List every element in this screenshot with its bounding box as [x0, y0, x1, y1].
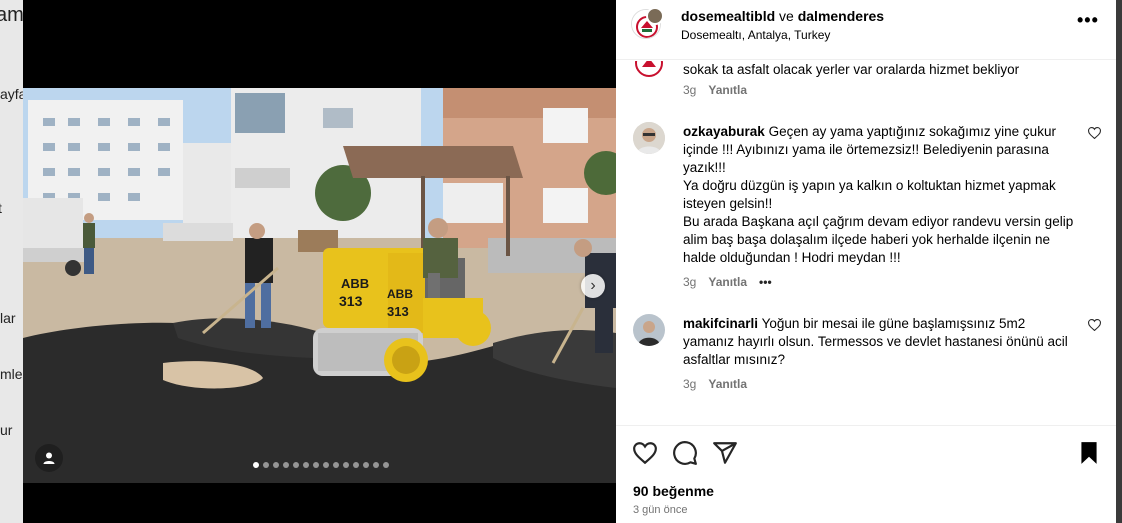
carousel-dot — [373, 462, 379, 468]
comment-text: makifcinarli Yoğun bir mesai ile güne ba… — [683, 316, 1068, 367]
roller-label-1: ABB — [341, 276, 369, 291]
comment-item: sokak ta asfalt olacak yerler var oralar… — [616, 61, 1116, 103]
post-authors: dosemealtibld ve dalmenderes — [681, 8, 884, 24]
post-location[interactable]: Dosemealtı, Antalya, Turkey — [681, 28, 830, 42]
roller-number-1: 313 — [339, 293, 363, 309]
chevron-right-icon: › — [590, 277, 596, 294]
like-button[interactable] — [632, 440, 658, 466]
comments-list: sokak ta asfalt olacak yerler var oralar… — [616, 61, 1116, 425]
comment-item: ozkayaburak Geçen ay yama yaptığınız sok… — [616, 121, 1116, 291]
tagged-users-button[interactable] — [35, 444, 63, 472]
post-photo[interactable]: ABB 313 ABB 313 — [23, 88, 616, 483]
comment-text: sokak ta asfalt olacak yerler var oralar… — [683, 62, 1020, 77]
carousel-dot — [263, 462, 269, 468]
roller-label-2: ABB — [387, 287, 413, 301]
comment-meta: 3g Yanıtla ••• — [683, 275, 772, 289]
carousel-dot — [333, 462, 339, 468]
carousel-dot — [383, 462, 389, 468]
comment-more-icon[interactable]: ••• — [759, 275, 772, 289]
carousel-dot — [253, 462, 259, 468]
share-button[interactable] — [712, 440, 738, 466]
background-text: am — [0, 4, 23, 26]
background-text: mle — [0, 366, 23, 382]
comment-avatar[interactable] — [633, 122, 665, 154]
comment-time: 3g — [683, 377, 697, 391]
bookmark-icon — [1081, 442, 1097, 464]
more-options-icon[interactable]: ••• — [1077, 10, 1099, 31]
comment-like-button[interactable] — [1087, 127, 1102, 142]
carousel-dot — [283, 462, 289, 468]
post-actions: 90 beğenme 3 gün önce — [616, 425, 1116, 523]
post-details-panel: dosemealtibld ve dalmenderes Dosemealtı,… — [616, 0, 1116, 523]
comment-text: ozkayaburak Geçen ay yama yaptığınız sok… — [683, 124, 1074, 265]
carousel-dot — [303, 462, 309, 468]
carousel-dot — [353, 462, 359, 468]
reply-button[interactable]: Yanıtla — [708, 275, 747, 289]
carousel-dot — [313, 462, 319, 468]
reply-button[interactable]: Yanıtla — [708, 83, 747, 97]
municipality-logo-icon — [633, 61, 665, 79]
carousel-dot — [363, 462, 369, 468]
user-photo-icon — [633, 314, 665, 346]
send-icon — [713, 442, 737, 464]
authors-connector: ve — [779, 8, 794, 24]
comment-like-button[interactable] — [1087, 319, 1102, 334]
comment-time: 3g — [683, 83, 697, 97]
carousel-indicator — [253, 462, 389, 468]
roller-number-2: 313 — [387, 304, 409, 319]
background-text: ayfa — [0, 86, 23, 102]
comment-avatar[interactable] — [633, 61, 665, 79]
save-button[interactable] — [1076, 440, 1102, 466]
carousel-dot — [273, 462, 279, 468]
post-date: 3 gün önce — [633, 504, 688, 516]
comment-item: makifcinarli Yoğun bir mesai ile güne ba… — [616, 313, 1116, 395]
reply-button[interactable]: Yanıtla — [708, 377, 747, 391]
comment-meta: 3g Yanıtla — [683, 377, 747, 391]
background-text: lar — [0, 310, 16, 326]
comment-meta: 3g Yanıtla — [683, 83, 747, 97]
collaborator-username[interactable]: dalmenderes — [798, 8, 884, 24]
background-text: t — [0, 200, 2, 216]
author-username[interactable]: dosemealtibld — [681, 8, 775, 24]
user-photo-icon — [633, 122, 665, 154]
comment-username[interactable]: makifcinarli — [683, 316, 758, 331]
comment-username[interactable]: ozkayaburak — [683, 124, 765, 139]
like-count[interactable]: 90 beğenme — [633, 483, 714, 499]
comment-bubble-icon — [673, 441, 697, 465]
carousel-dot — [343, 462, 349, 468]
comment-button[interactable] — [672, 440, 698, 466]
comment-avatar[interactable] — [633, 314, 665, 346]
post-header: dosemealtibld ve dalmenderes Dosemealtı,… — [616, 0, 1116, 60]
carousel-next-button[interactable]: › — [581, 274, 605, 298]
heart-icon — [1087, 127, 1102, 140]
background-right-edge — [1116, 0, 1122, 523]
user-icon — [43, 452, 55, 464]
heart-icon — [1087, 319, 1102, 332]
comment-time: 3g — [683, 275, 697, 289]
photo-illustration: ABB 313 ABB 313 — [23, 88, 616, 483]
post-media: ABB 313 ABB 313 › — [23, 0, 616, 523]
heart-icon — [633, 442, 657, 465]
carousel-dot — [323, 462, 329, 468]
background-page-fragment: am ayfa t lar mle ur — [0, 0, 23, 523]
carousel-dot — [293, 462, 299, 468]
background-text: ur — [0, 422, 13, 438]
collaborator-avatar[interactable] — [646, 7, 664, 25]
